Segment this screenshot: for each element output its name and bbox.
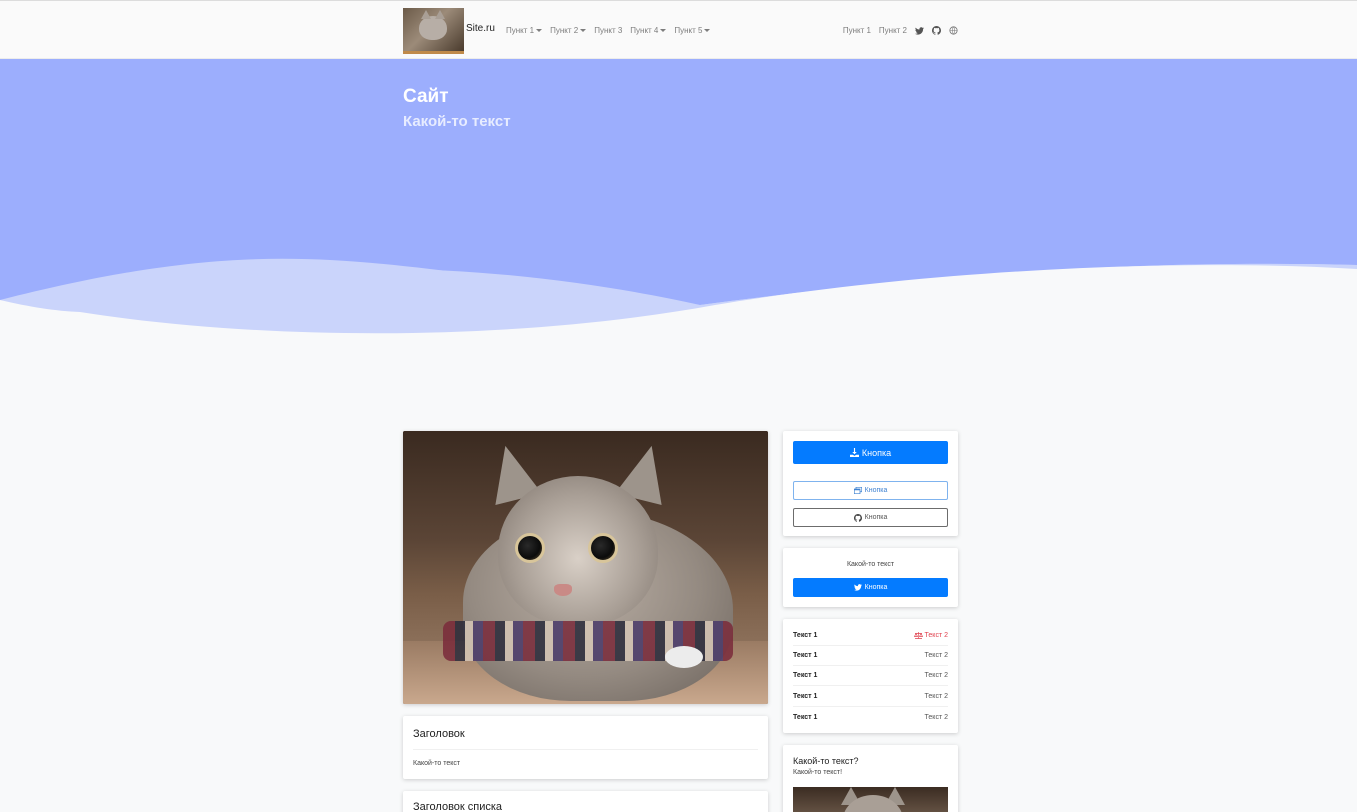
github-icon (853, 513, 862, 522)
menu-item-label: Пункт 2 (550, 26, 579, 35)
scales-icon (913, 632, 923, 639)
cat-eye-left (515, 533, 545, 563)
caret-down-icon (704, 29, 711, 32)
twitter-card-text: Какой-то текст (846, 561, 895, 568)
caret-down-icon (580, 29, 587, 32)
window-button-label: Кнопка (864, 487, 888, 494)
right-menu-item-2[interactable]: Пункт 2 (879, 26, 907, 35)
promo-cat-image (793, 787, 948, 812)
table-cell-label: Текст 1 (793, 672, 818, 679)
list-heading: Заголовок списка (413, 801, 503, 812)
info-table-card: Текст 1 Текст 2 Текст 1 Текст 2 Текст 1 … (783, 619, 958, 733)
github-button-label: Кнопка (864, 514, 888, 521)
menu-item-2[interactable]: Пункт 2 (550, 26, 587, 35)
caret-down-icon (536, 29, 543, 32)
sidebar-buttons-card: Кнопка Кнопка Кнопка (783, 431, 958, 536)
hero-banner: Сайт Какой-то текст (0, 59, 1357, 359)
table-cell-value: Текст 2 (913, 632, 948, 639)
table-cell-label: Текст 1 (793, 652, 818, 659)
menu-item-4[interactable]: Пункт 4 (630, 26, 667, 35)
table-cell-label: Текст 1 (793, 632, 818, 639)
table-cell-value-text: Текст 2 (924, 632, 948, 639)
promo-text: Какой-то текст! (793, 769, 843, 776)
twitter-button[interactable]: Кнопка (793, 578, 948, 597)
github-icon[interactable] (932, 26, 941, 35)
menu-item-label: Пункт 1 (506, 26, 535, 35)
menu-item-5[interactable]: Пункт 5 (674, 26, 711, 35)
right-menu: Пункт 1 Пункт 2 (843, 26, 958, 35)
card-text: Какой-то текст (413, 760, 461, 767)
twitter-icon[interactable] (915, 26, 924, 35)
menu-item-1[interactable]: Пункт 1 (506, 26, 543, 35)
site-logo[interactable] (403, 8, 464, 54)
download-button-label: Кнопка (861, 447, 892, 458)
promo-card: Какой-то текст? Какой-то текст! (783, 745, 958, 812)
cat-photo (403, 431, 768, 704)
cat-nose (554, 584, 572, 596)
table-row: Текст 1 Текст 2 (793, 666, 948, 686)
table-row: Текст 1 Текст 2 (793, 707, 948, 727)
navbar: Site.ru Пункт 1 Пункт 2 Пункт 3 Пункт 4 … (0, 0, 1357, 59)
window-button[interactable]: Кнопка (793, 481, 948, 500)
main-menu: Пункт 1 Пункт 2 Пункт 3 Пункт 4 Пункт 5 (506, 26, 711, 35)
caret-down-icon (660, 29, 667, 32)
content-card: Заголовок Какой-то текст (403, 716, 768, 779)
download-button[interactable]: Кнопка (793, 441, 948, 464)
twitter-card: Какой-то текст Кнопка (783, 548, 958, 607)
table-cell-value: Текст 2 (924, 672, 948, 679)
card-heading: Заголовок (413, 728, 465, 740)
menu-item-label: Пункт 5 (674, 26, 703, 35)
table-cell-value: Текст 2 (924, 693, 948, 700)
window-icon (853, 487, 862, 494)
globe-icon[interactable] (949, 26, 958, 35)
hero-wave (0, 258, 1357, 359)
menu-item-label: Пункт 4 (630, 26, 659, 35)
cat-eye-right (588, 533, 618, 563)
menu-item-label: Пункт 3 (594, 26, 623, 35)
table-row: Текст 1 Текст 2 (793, 626, 948, 646)
table-row: Текст 1 Текст 2 (793, 646, 948, 666)
twitter-button-label: Кнопка (864, 584, 888, 591)
promo-heading: Какой-то текст? (793, 756, 859, 766)
github-button[interactable]: Кнопка (793, 508, 948, 527)
table-cell-value: Текст 2 (924, 652, 948, 659)
list-card: Заголовок списка (403, 791, 768, 812)
table-cell-label: Текст 1 (793, 713, 818, 721)
download-icon (849, 448, 859, 457)
table-cell-value: Текст 2 (924, 713, 948, 721)
twitter-icon (853, 584, 862, 591)
brand-name[interactable]: Site.ru (466, 23, 495, 34)
table-row: Текст 1 Текст 2 (793, 687, 948, 707)
right-menu-item-1[interactable]: Пункт 1 (843, 26, 871, 35)
navbar-container: Site.ru Пункт 1 Пункт 2 Пункт 3 Пункт 4 … (403, 8, 958, 54)
menu-item-3[interactable]: Пункт 3 (594, 26, 622, 35)
cat-logo-image (419, 10, 447, 40)
card-divider (413, 749, 758, 750)
cat-paw (665, 646, 703, 668)
table-cell-label: Текст 1 (793, 693, 818, 700)
